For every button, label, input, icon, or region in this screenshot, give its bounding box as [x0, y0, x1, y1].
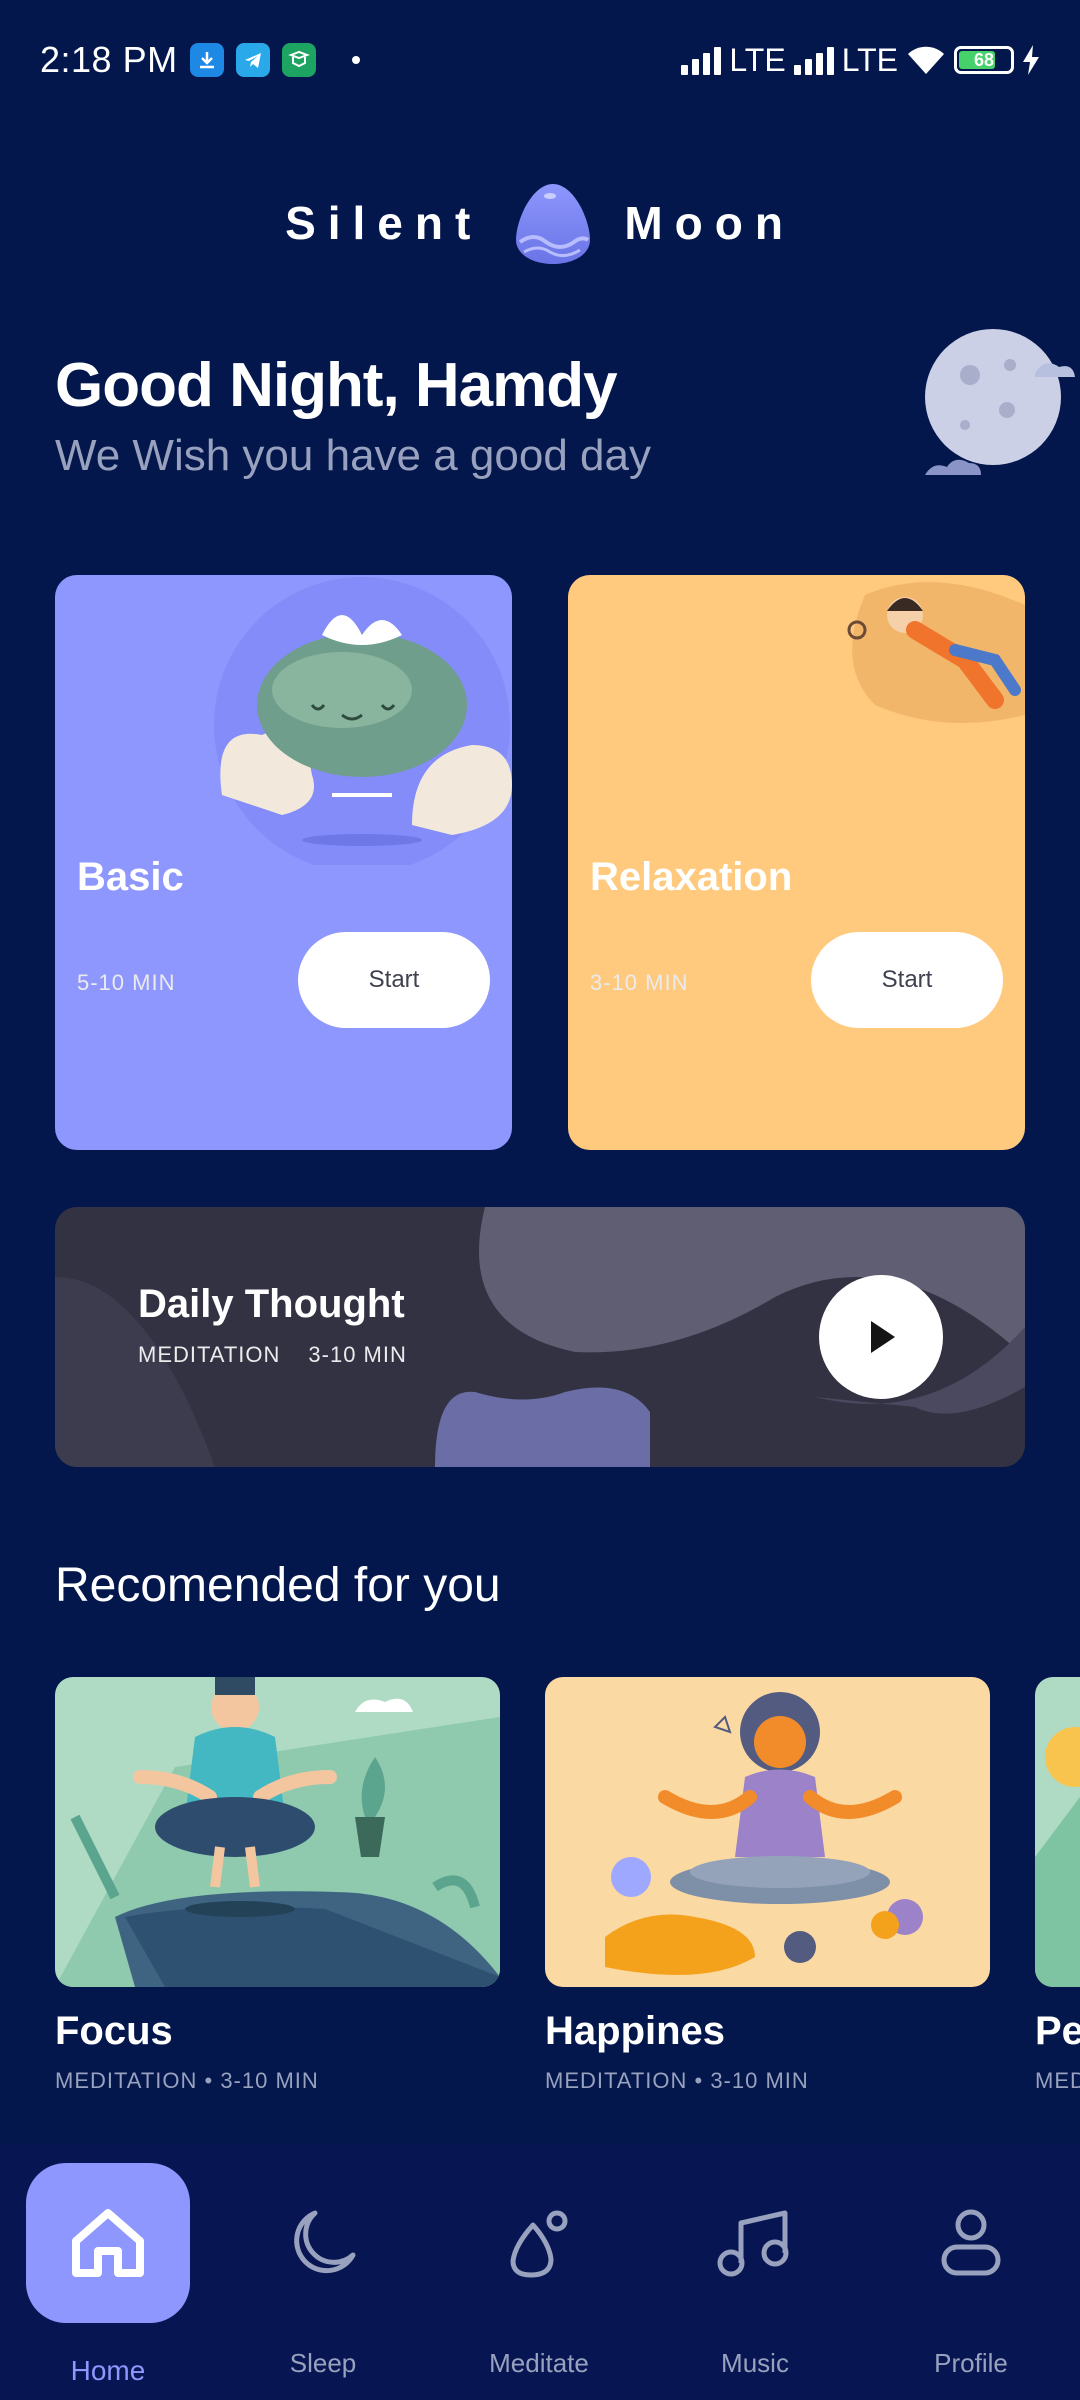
- recommended-item-focus[interactable]: Focus MEDITATION • 3-10 MIN: [55, 1677, 500, 2094]
- battery-level: 68: [973, 49, 995, 70]
- happines-title: Happines: [545, 2009, 726, 2053]
- home-icon: [72, 2209, 144, 2277]
- battery-icon: 68: [954, 46, 1014, 74]
- profile-icon-wrap[interactable]: [889, 2163, 1053, 2323]
- sleep-icon-wrap[interactable]: [241, 2163, 405, 2323]
- card-relaxation[interactable]: Relaxation 3-10 MIN Start: [568, 575, 1025, 1150]
- status-time: 2:18 PM: [40, 39, 178, 80]
- recommended-item-happines[interactable]: Happines MEDITATION • 3-10 MIN: [545, 1677, 990, 2094]
- partial-thumbnail[interactable]: [1035, 1677, 1080, 1987]
- daily-thought-play-button[interactable]: [819, 1275, 943, 1399]
- logo-word-right: Moon: [624, 197, 795, 249]
- recommended-carousel[interactable]: Focus MEDITATION • 3-10 MIN Happines MED: [55, 1677, 1080, 2107]
- signal-icon: [681, 45, 722, 75]
- happines-illustration-icon: [545, 1677, 990, 1987]
- bottom-navigation: Home Sleep Meditate Music Profile: [0, 2143, 1080, 2400]
- wifi-icon: [908, 46, 944, 74]
- logo-mark-icon: [516, 184, 591, 264]
- greeting-title: Good Night, Hamdy: [55, 351, 618, 420]
- music-icon: [717, 2210, 789, 2277]
- signal-icon-2: [793, 45, 834, 75]
- partial-illustration-icon: [1035, 1677, 1080, 1987]
- basic-start-button[interactable]: Start: [298, 932, 490, 1028]
- focus-thumbnail[interactable]: [55, 1677, 500, 1987]
- focus-illustration-icon: [55, 1677, 500, 1987]
- card-basic[interactable]: Basic 5-10 MIN Start: [55, 575, 512, 1150]
- moon-icon: [294, 2210, 356, 2274]
- charging-icon: [1023, 45, 1039, 75]
- status-bar: 2:18 PM LTE LTE 68: [0, 0, 1080, 120]
- status-left: 2:18 PM: [40, 39, 360, 81]
- happines-thumbnail[interactable]: [545, 1677, 990, 1987]
- card-relaxation-duration: 3-10 MIN: [590, 970, 689, 995]
- nav-item-profile[interactable]: Profile: [889, 2143, 1053, 2400]
- daily-thought-meta: MEDITATION 3-10 MIN: [138, 1342, 407, 1368]
- nav-label-meditate: Meditate: [489, 2348, 589, 2378]
- notification-dot: [351, 56, 360, 64]
- greeting-subtitle: We Wish you have a good day: [55, 431, 651, 480]
- nav-label-home: Home: [70, 2355, 146, 2386]
- daily-thought-type: MEDITATION: [138, 1342, 281, 1367]
- network-label-2: LTE: [841, 41, 898, 78]
- happines-meta: MEDITATION • 3-10 MIN: [545, 2068, 809, 2093]
- nav-label-music: Music: [721, 2348, 789, 2378]
- daily-thought-card[interactable]: Daily Thought MEDITATION 3-10 MIN: [55, 1207, 1025, 1467]
- greeting: Good Night, Hamdy We Wish you have a goo…: [55, 350, 651, 481]
- card-basic-title: Basic: [77, 855, 184, 899]
- status-right: LTE LTE 68: [681, 42, 1040, 79]
- meditate-icon-wrap[interactable]: [457, 2163, 621, 2323]
- partial-title: Pe: [1035, 2009, 1080, 2053]
- daily-thought-title: Daily Thought: [138, 1282, 405, 1326]
- nav-item-music[interactable]: Music: [673, 2143, 837, 2400]
- focus-meta: MEDITATION • 3-10 MIN: [55, 2068, 319, 2093]
- moon-illustration-icon: [925, 329, 1075, 475]
- logo-word-left: Silent: [285, 197, 483, 249]
- telegram-icon: [235, 43, 270, 77]
- card-relaxation-title: Relaxation: [590, 855, 793, 899]
- download-app-icon: [189, 43, 224, 77]
- relaxation-start-button[interactable]: Start: [811, 932, 1003, 1028]
- app-logo: Silent Moon: [0, 180, 1080, 266]
- recommended-item-partial[interactable]: Pe MED: [1035, 1677, 1080, 2094]
- relaxation-illustration-icon: [847, 582, 1025, 723]
- profile-icon: [941, 2209, 1001, 2276]
- nav-item-home[interactable]: Home: [26, 2143, 190, 2400]
- music-icon-wrap[interactable]: [673, 2163, 837, 2323]
- nav-item-sleep[interactable]: Sleep: [241, 2143, 405, 2400]
- basic-illustration-icon: [214, 577, 512, 865]
- recommended-heading: Recomended for you: [55, 1559, 501, 1612]
- daily-thought-duration: 3-10 MIN: [308, 1342, 407, 1367]
- nav-label-profile: Profile: [934, 2348, 1008, 2378]
- card-basic-duration: 5-10 MIN: [77, 970, 176, 995]
- nav-label-sleep: Sleep: [289, 2348, 357, 2378]
- partial-meta: MED: [1035, 2068, 1080, 2093]
- focus-title: Focus: [55, 2009, 173, 2053]
- meditate-icon: [510, 2210, 568, 2278]
- home-icon-wrap[interactable]: [26, 2163, 190, 2323]
- reader-app-icon: [281, 43, 316, 77]
- network-label-1: LTE: [729, 41, 786, 78]
- nav-item-meditate[interactable]: Meditate: [457, 2143, 621, 2400]
- play-icon: [871, 1321, 895, 1353]
